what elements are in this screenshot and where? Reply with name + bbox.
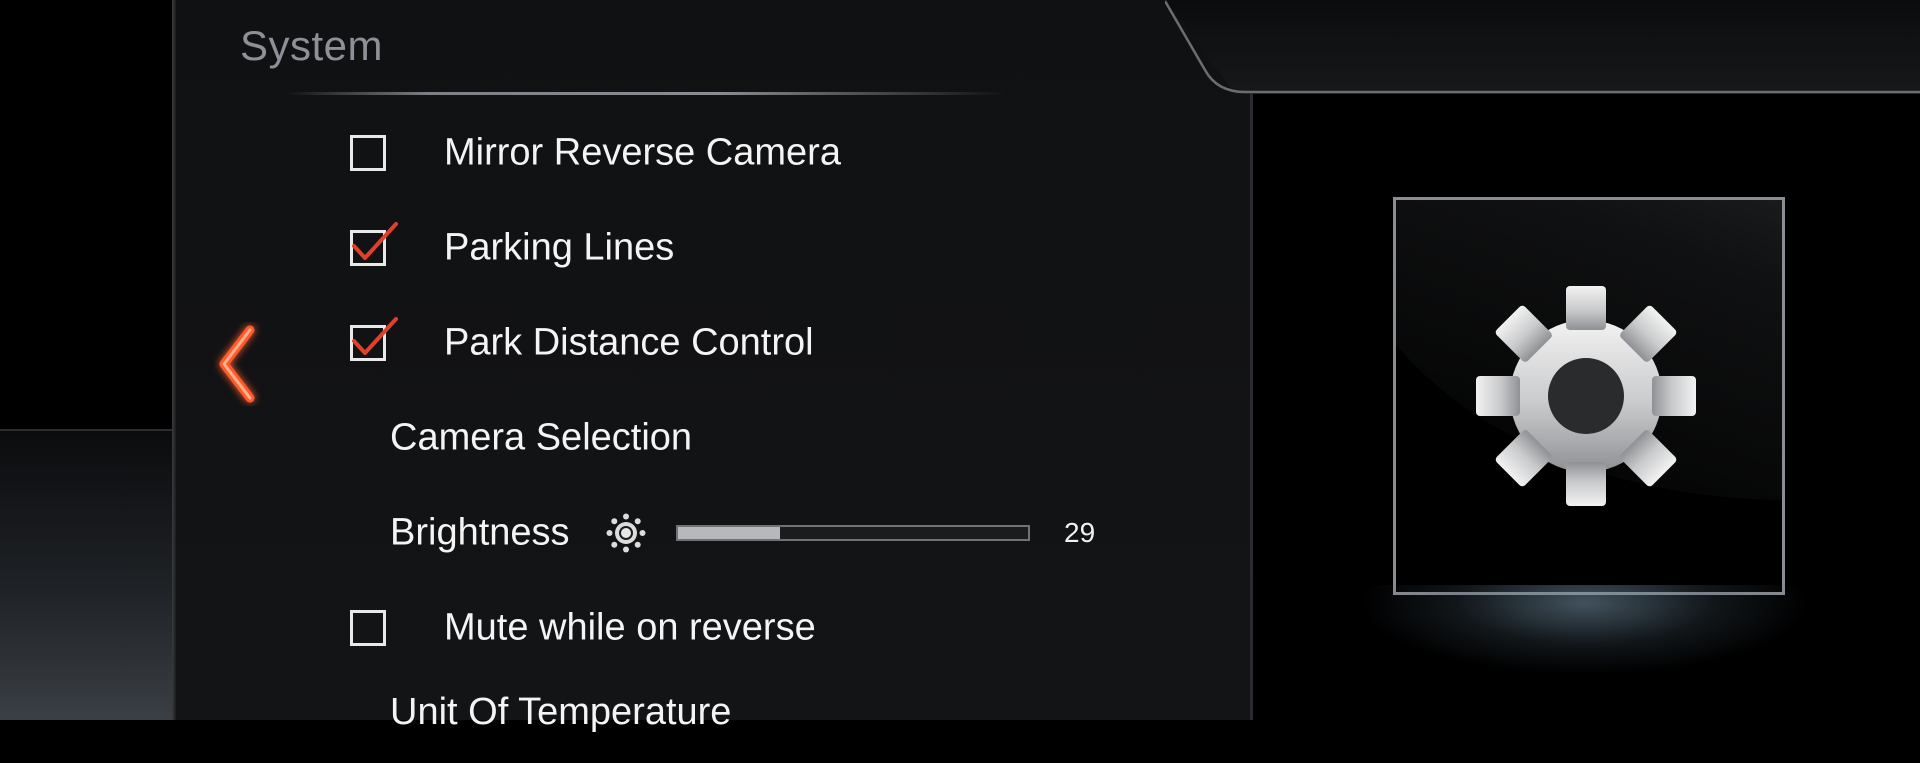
checkmark-icon	[352, 317, 398, 355]
page-title: System	[240, 22, 384, 69]
setting-row-park-distance-control[interactable]: Park Distance Control	[176, 303, 1250, 383]
setting-label: Mute while on reverse	[444, 606, 816, 649]
setting-row-mirror-reverse-camera[interactable]: Mirror Reverse Camera	[176, 113, 1250, 193]
left-strip	[0, 0, 174, 720]
setting-label: Unit Of Temperature	[390, 691, 732, 733]
setting-row-camera-selection[interactable]: Camera Selection	[176, 398, 1250, 478]
setting-label: Camera Selection	[390, 416, 693, 459]
gear-icon	[1476, 286, 1696, 506]
park-distance-control-checkbox[interactable]	[350, 317, 398, 361]
setting-row-brightness: Brightness 29	[176, 493, 1250, 573]
brightness-slider[interactable]	[676, 525, 1030, 541]
sun-icon	[606, 513, 646, 553]
checkmark-icon	[352, 222, 398, 260]
setting-label: Parking Lines	[444, 226, 675, 269]
setting-row-unit-of-temperature[interactable]: Unit Of Temperature	[176, 683, 1250, 763]
category-icon-frame	[1393, 197, 1785, 595]
setting-label: Brightness	[390, 511, 570, 554]
mute-while-on-reverse-checkbox[interactable]	[350, 610, 386, 646]
setting-row-parking-lines[interactable]: Parking Lines	[176, 208, 1250, 288]
setting-row-mute-while-on-reverse[interactable]: Mute while on reverse	[176, 588, 1250, 668]
checkbox-box	[350, 610, 386, 646]
parking-lines-checkbox[interactable]	[350, 222, 398, 266]
checkbox-box	[350, 135, 386, 171]
mirror-reverse-camera-checkbox[interactable]	[350, 135, 386, 171]
right-separator	[1250, 94, 1253, 720]
left-lower-panel	[0, 431, 172, 720]
brightness-slider-fill	[678, 527, 780, 539]
title-underline	[286, 92, 1006, 95]
brightness-value: 29	[1064, 517, 1096, 548]
top-tab-edge	[1165, 0, 1920, 94]
frame-reflection	[1360, 585, 1810, 675]
settings-panel: System Mirror Reverse Camera Parking Lin…	[176, 0, 1250, 733]
setting-label: Mirror Reverse Camera	[444, 131, 841, 174]
setting-label: Park Distance Control	[444, 321, 814, 364]
